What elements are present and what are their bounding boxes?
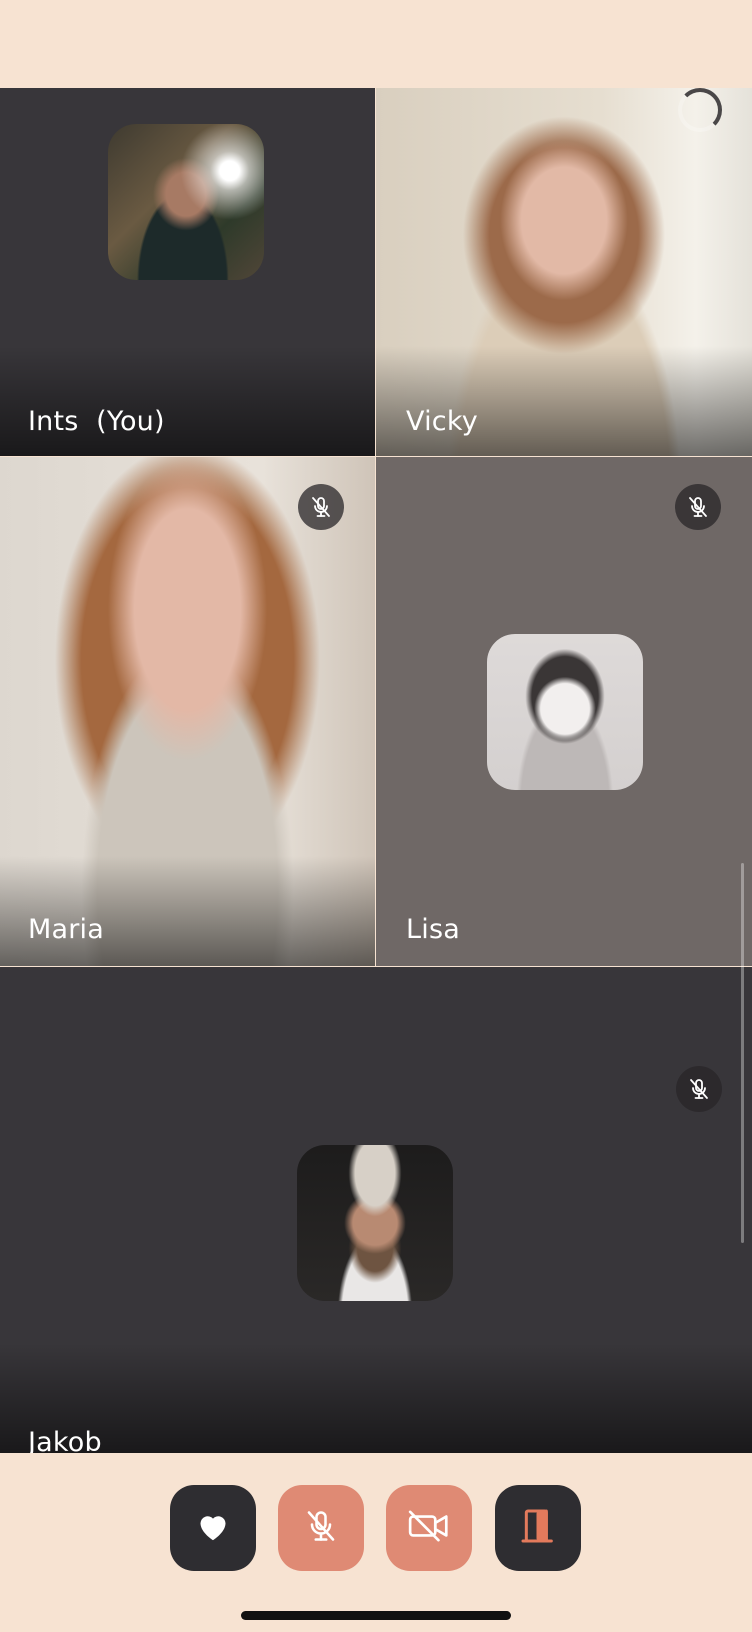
mic-off-icon [303, 1508, 339, 1549]
name-gradient [0, 856, 375, 966]
loading-spinner-icon [678, 88, 722, 132]
participant-name-text: Ints [28, 406, 79, 437]
grid-scrollbar[interactable] [741, 863, 744, 1243]
camera-off-icon [407, 1508, 451, 1549]
participant-tile-lisa[interactable]: Lisa [376, 457, 752, 966]
name-gradient [0, 1343, 752, 1453]
name-gradient [0, 346, 375, 456]
heart-icon [193, 1506, 233, 1551]
participant-tile-vicky[interactable]: Vicky [376, 88, 752, 456]
participant-avatar [487, 634, 643, 790]
name-gradient [376, 346, 752, 456]
participant-tile-maria[interactable]: Maria [0, 457, 375, 966]
door-exit-icon [518, 1506, 558, 1551]
leave-call-button[interactable] [495, 1485, 581, 1571]
reaction-button[interactable] [170, 1485, 256, 1571]
home-indicator[interactable] [241, 1611, 511, 1620]
participant-name: Maria [28, 914, 104, 945]
status-bar-area [0, 0, 752, 88]
participant-name: Ints (You) [28, 406, 165, 437]
participant-you-label: (You) [96, 406, 165, 437]
participant-tile-ints[interactable]: Ints (You) [0, 88, 375, 456]
camera-toggle-button[interactable] [386, 1485, 472, 1571]
mic-toggle-button[interactable] [278, 1485, 364, 1571]
muted-icon [675, 484, 721, 530]
participant-tile-jakob[interactable]: Jakob [0, 967, 752, 1453]
call-controls [0, 1453, 752, 1632]
participant-grid[interactable]: Ints (You) Vicky Maria Lisa Jakob [0, 88, 752, 1453]
participant-avatar [297, 1145, 453, 1301]
muted-icon [676, 1066, 722, 1112]
participant-name: Vicky [406, 406, 478, 437]
participant-name: Jakob [28, 1427, 102, 1453]
participant-avatar [108, 124, 264, 280]
muted-icon [298, 484, 344, 530]
participant-name: Lisa [406, 914, 460, 945]
